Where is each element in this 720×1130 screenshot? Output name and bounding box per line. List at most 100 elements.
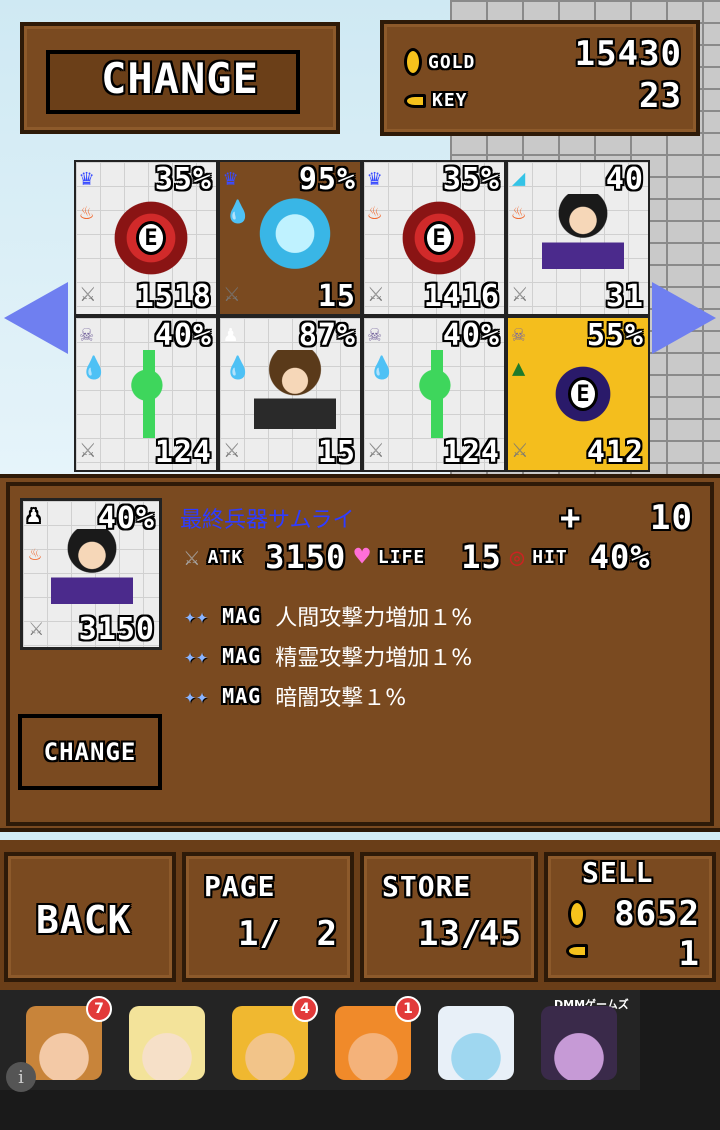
store-total: 45 [479,914,522,954]
item-grid: E ♛ ♨ ⚔ 35% 1518 ♛ 💧 ⚔ 95% 15 E ♛ ♨ ⚔ 35% 1416 ◢ ♨ ⚔ 40 31 ☠ 💧 ⚔… [74,160,650,472]
ad-game-icon[interactable] [438,1006,514,1080]
back-button[interactable]: BACK [4,852,176,982]
target-icon: ◎ [509,543,525,571]
change-button[interactable]: CHANGE [18,714,162,790]
item-cell[interactable]: ☠ 💧 ⚔ 40% 124 [362,316,506,472]
item-sprite [542,194,624,282]
mag-label: MAG [222,684,262,708]
tree-icon: ▲ [512,356,526,381]
page-current: 1/ [238,914,281,954]
key-label: KEY [432,90,468,111]
key-value: 23 [639,76,682,116]
sparkle-icon: ✦✦ [184,644,209,668]
key-icon [404,93,426,108]
selected-item-sprite [51,529,133,617]
sword-icon: ⚔ [224,278,240,308]
prev-arrow-icon[interactable] [4,282,68,354]
notification-badge: 7 [86,996,112,1022]
gold-label: GOLD [428,51,476,73]
selected-item-card: ♟ ♨ ⚔ 40% 3150 [20,498,162,650]
selected-item-value: 3150 [78,612,155,647]
item-cell[interactable]: E ♛ ♨ ⚔ 35% 1416 [362,160,506,316]
water-icon: 💧 [368,356,396,381]
item-cell[interactable]: ♟ 💧 ⚔ 87% 15 [218,316,362,472]
gold-value: 15430 [574,34,682,74]
change-sign[interactable]: CHANGE [20,22,340,134]
sell-box[interactable]: SELL 8652 1 [544,852,716,982]
item-sprite [254,194,336,282]
item-value: 15 [317,435,356,470]
item-sprite: E [110,194,192,282]
notification-badge: 1 [395,996,421,1022]
sparkle-icon: ✦✦ [184,684,209,708]
item-cell[interactable]: ♛ 💧 ⚔ 95% 15 [218,160,362,316]
atk-label: ATK [207,546,244,568]
life-label: LIFE [377,546,426,568]
item-pct: 35% [442,162,500,197]
bottom-bar: BACK PAGE 1/ 2 STORE 13/ 45 SELL 8652 1 [0,840,720,990]
sword-icon: ⚔ [80,434,96,464]
page-label: PAGE [204,870,276,903]
character-face-icon [541,1006,617,1080]
water-icon: 💧 [224,356,252,381]
info-icon[interactable]: i [6,1062,36,1092]
store-current: 13/ [418,914,483,954]
item-value: 124 [442,435,500,470]
corner-icon: ◢ [512,166,526,191]
equipped-badge: E [136,221,166,255]
sell-key: 1 [678,934,700,974]
gold-row: GOLD [404,48,475,76]
mag-text: 精霊攻撃力増加１% [275,646,473,671]
item-cell[interactable]: ☠ 💧 ⚔ 40% 124 [74,316,218,472]
skull-icon: ☠ [80,322,94,347]
sword-icon: ⚔ [224,434,240,464]
item-pct: 35% [154,162,212,197]
skull-icon: ☠ [512,322,526,347]
ad-game-icon[interactable] [541,1006,617,1080]
item-cell[interactable]: E ♛ ♨ ⚔ 35% 1518 [74,160,218,316]
person-icon: ♟ [27,503,42,528]
next-arrow-icon[interactable] [652,282,716,354]
item-cell[interactable]: ◢ ♨ ⚔ 40 31 [506,160,650,316]
skull-icon: ☠ [368,322,382,347]
store-box: STORE 13/ 45 [360,852,538,982]
item-value: 124 [154,435,212,470]
key-row: KEY [404,90,468,111]
page-total: 2 [316,914,338,954]
key-icon [566,944,588,958]
water-icon: 💧 [224,200,252,225]
ad-banner[interactable]: DMMゲームズ 741 i [0,990,720,1130]
equipped-badge: E [424,221,454,255]
item-sprite [398,350,480,438]
sword-icon: ⚔ [368,434,384,464]
store-label: STORE [382,870,472,903]
plus-symbol: + [560,498,582,538]
person-icon: ♟ [224,322,238,347]
coin-icon [568,900,586,928]
back-label: BACK [36,898,132,942]
item-cell[interactable]: E ☠ ▲ ⚔ 55% 412 [506,316,650,472]
crown-icon: ♛ [368,166,382,191]
item-value: 1518 [135,279,212,314]
atk-value: 3150 [265,538,347,576]
crown-icon: ♛ [224,166,238,191]
character-face-icon [129,1006,205,1080]
item-name: 最終兵器サムライ [180,508,355,533]
mag-label: MAG [222,604,262,628]
item-pct: 55% [586,318,644,353]
item-sprite: E [542,350,624,438]
hit-value: 40% [589,538,651,576]
sword-icon: ⚔ [29,613,44,641]
stats-row: ⚔ ATK 3150 ♥ LIFE 15 ◎ HIT 40% [184,538,651,576]
item-sprite [254,350,336,438]
fire-icon: ♨ [368,200,382,225]
page-box: PAGE 1/ 2 [182,852,354,982]
life-value: 15 [461,538,502,576]
item-sprite [110,350,192,438]
item-value: 15 [317,279,356,314]
plus-value: 10 [650,498,693,538]
sword-icon: ⚔ [512,434,528,464]
mag-text: 人間攻撃力増加１% [275,606,473,631]
water-icon: 💧 [80,356,108,381]
ad-game-icon[interactable] [129,1006,205,1080]
